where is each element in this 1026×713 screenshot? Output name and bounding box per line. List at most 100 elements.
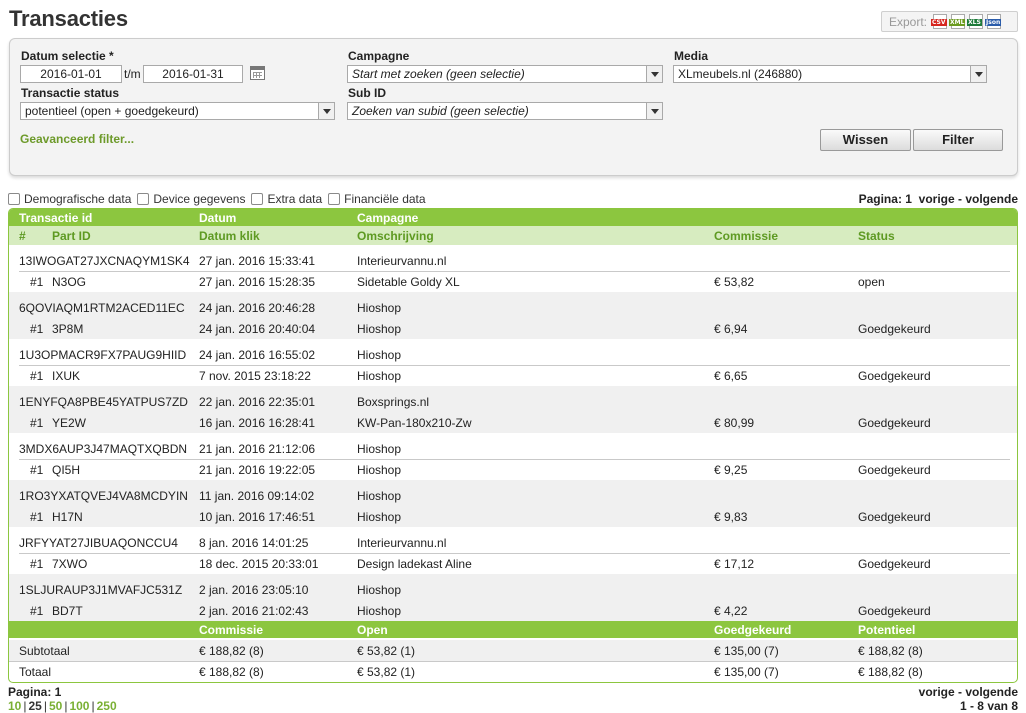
checkbox[interactable] (251, 193, 264, 205)
part-row: #1 IXUK 7 nov. 2015 23:18:22 Hioshop € 6,65 G… (9, 365, 1017, 386)
date-label: Datum selectie * (21, 49, 114, 63)
total-commission: € 188,82 (8) (199, 665, 264, 679)
transaction-row[interactable]: 3MDX6AUP3J47MAQTXQBDN 21 jan. 2016 21:12:… (9, 438, 1017, 459)
part-description: Hioshop (357, 369, 402, 383)
clear-button[interactable]: Wissen (820, 129, 911, 151)
total-open: € 53,82 (1) (357, 665, 416, 679)
total-label: Totaal (19, 665, 52, 679)
click-date: 21 jan. 2016 19:22:05 (199, 463, 316, 477)
status-label: Transactie status (21, 86, 120, 100)
col-part-id[interactable]: Part ID (52, 229, 91, 243)
col-click-date[interactable]: Datum klik (199, 229, 260, 243)
transaction-id[interactable]: 1ENYFQA8PBE45YATPUS7ZD (19, 395, 188, 409)
total-row: Totaal € 188,82 (8) € 53,82 (1) € 135,00… (9, 661, 1017, 682)
col-date[interactable]: Datum (199, 211, 236, 225)
subtotal-potential: € 188,82 (8) (858, 644, 923, 658)
transaction-campaign: Hioshop (357, 348, 402, 362)
export-toolbar: Export: CSV XML XLS Json (881, 11, 1018, 32)
transaction-campaign: Hioshop (357, 442, 402, 456)
page-size-option[interactable]: 100 (69, 699, 89, 713)
page-size-option[interactable]: 50 (49, 699, 62, 713)
csv-export-icon[interactable]: CSV (931, 14, 948, 29)
transaction-id[interactable]: 1SLJURAUP3J1MVAFJC531Z (19, 583, 182, 597)
transaction-row[interactable]: 1ENYFQA8PBE45YATPUS7ZD 22 jan. 2016 22:35… (9, 391, 1017, 412)
part-description: Hioshop (357, 604, 402, 618)
transaction-campaign: Hioshop (357, 301, 402, 315)
transaction-row[interactable]: 1U3OPMACR9FX7PAUG9HIID 24 jan. 2016 16:55… (9, 344, 1017, 365)
part-description: Sidetable Goldy XL (357, 275, 460, 289)
part-status: Goedgekeurd (858, 322, 931, 336)
campaign-select[interactable]: Start met zoeken (geen selectie) (347, 65, 663, 83)
col-campaign[interactable]: Campagne (357, 211, 418, 225)
excel-export-icon[interactable]: XLS (967, 14, 984, 29)
chevron-down-icon (318, 103, 334, 119)
transaction-row[interactable]: 13IWOGAT27JXCNAQYM1SK4 27 jan. 2016 15:33… (9, 250, 1017, 271)
transaction-id[interactable]: 6QOVIAQM1RTM2ACED11EC (19, 301, 185, 315)
part-number: #1 (30, 557, 44, 571)
part-status: Goedgekeurd (858, 510, 931, 524)
part-number: #1 (30, 604, 44, 618)
option-label: Device gegevens (153, 192, 246, 206)
transaction-id[interactable]: JRFYYAT27JIBUAQONCCU4 (19, 536, 178, 550)
transaction-date: 27 jan. 2016 15:33:41 (199, 254, 316, 268)
col-description[interactable]: Omschrijving (357, 229, 434, 243)
col-transaction-id[interactable]: Transactie id (19, 211, 92, 225)
transaction-date: 24 jan. 2016 16:55:02 (199, 348, 316, 362)
advanced-filter-link[interactable]: Geavanceerd filter... (20, 132, 134, 146)
part-description: Hioshop (357, 322, 402, 336)
option-extra[interactable]: Extra data (251, 192, 322, 206)
click-date: 24 jan. 2016 20:40:04 (199, 322, 316, 336)
page-size-option[interactable]: 250 (97, 699, 117, 713)
subid-select[interactable]: Zoeken van subid (geen selectie) (347, 102, 663, 120)
option-label: Financiële data (344, 192, 426, 206)
checkbox[interactable] (8, 193, 20, 205)
part-commission: € 6,94 (714, 322, 748, 336)
part-commission: € 53,82 (714, 275, 755, 289)
filter-button[interactable]: Filter (913, 129, 1003, 151)
transaction-date: 21 jan. 2016 21:12:06 (199, 442, 316, 456)
part-id: YE2W (52, 416, 87, 430)
option-label: Extra data (267, 192, 323, 206)
subtotal-commission: € 188,82 (8) (199, 644, 264, 658)
transaction-row[interactable]: 1RO3YXATQVEJ4VA8MCDYIN 11 jan. 2016 09:14… (9, 485, 1017, 506)
transaction-date: 8 jan. 2016 14:01:25 (199, 536, 309, 550)
transaction-id[interactable]: 1RO3YXATQVEJ4VA8MCDYIN (19, 489, 188, 503)
calendar-icon[interactable] (250, 66, 265, 80)
transaction-id[interactable]: 13IWOGAT27JXCNAQYM1SK4 (19, 254, 190, 268)
option-device[interactable]: Device gegevens (137, 192, 245, 206)
campaign-label: Campagne (348, 49, 410, 63)
part-status: Goedgekeurd (858, 416, 931, 430)
media-select[interactable]: XLmeubels.nl (246880) (673, 65, 987, 83)
part-id: 3P8M (52, 322, 84, 336)
part-commission: € 80,99 (714, 416, 755, 430)
pager-bottom-nav[interactable]: vorige - volgende (919, 685, 1018, 699)
option-demographic[interactable]: Demografische data (8, 192, 131, 206)
part-row: #1 N3OG 27 jan. 2016 15:28:35 Sidetable Gol… (9, 271, 1017, 292)
option-financial[interactable]: Financiële data (328, 192, 426, 206)
page-title: Transacties (9, 6, 128, 31)
pager-nav[interactable]: vorige - volgende (919, 192, 1018, 206)
date-from-input[interactable] (20, 65, 122, 83)
date-to-input[interactable] (143, 65, 243, 83)
part-row: #1 YE2W 16 jan. 2016 16:28:41 KW-Pan-180x21… (9, 412, 1017, 433)
transaction-id[interactable]: 1U3OPMACR9FX7PAUG9HIID (19, 348, 186, 362)
checkbox[interactable] (137, 193, 150, 205)
transaction-row[interactable]: JRFYYAT27JIBUAQONCCU4 8 jan. 2016 14:01:2… (9, 532, 1017, 553)
col-status[interactable]: Status (858, 229, 895, 243)
page-size-option[interactable]: 25 (28, 699, 41, 713)
json-export-icon[interactable]: Json (985, 14, 1002, 29)
part-id: 7XWO (52, 557, 88, 571)
xml-export-icon[interactable]: XML (949, 14, 966, 29)
col-commission[interactable]: Commissie (714, 229, 778, 243)
part-number: #1 (30, 369, 44, 383)
transaction-date: 2 jan. 2016 23:05:10 (199, 583, 309, 597)
part-row: #1 H17N 10 jan. 2016 17:46:51 Hioshop € 9,83… (9, 506, 1017, 527)
date-separator: t/m (124, 67, 141, 81)
status-select[interactable]: potentieel (open + goedgekeurd) (20, 102, 335, 120)
transaction-id[interactable]: 3MDX6AUP3J47MAQTXQBDN (19, 442, 187, 456)
transaction-row[interactable]: 6QOVIAQM1RTM2ACED11EC 24 jan. 2016 20:46:… (9, 297, 1017, 318)
page-size-option[interactable]: 10 (8, 699, 21, 713)
checkbox[interactable] (328, 193, 341, 205)
filter-panel: Datum selectie * t/m Campagne Start met … (9, 38, 1018, 176)
transaction-row[interactable]: 1SLJURAUP3J1MVAFJC531Z 2 jan. 2016 23:05:… (9, 579, 1017, 600)
